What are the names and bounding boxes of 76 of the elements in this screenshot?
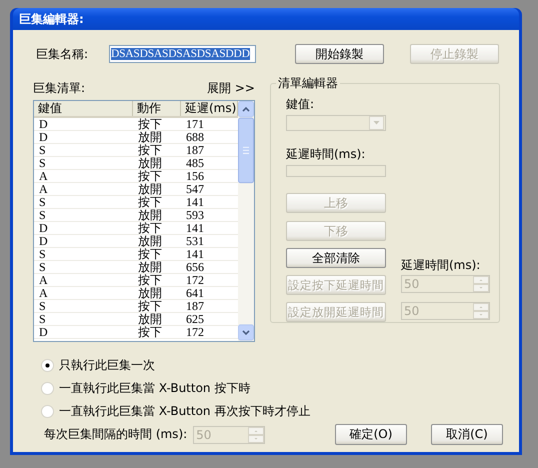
table-cell-text: 172 — [185, 274, 205, 286]
dialog-button[interactable]: 取消(C) — [431, 424, 503, 445]
table-cell-text: S — [38, 261, 47, 273]
table-cell-text: 按下 — [137, 170, 163, 182]
table-cell-text: 放開 — [137, 261, 163, 273]
table-cell-text: 放開 — [137, 313, 163, 325]
table-cell-text: 按下 — [137, 274, 163, 286]
run-mode-radio[interactable]: 一直執行此巨集當 X-Button 按下時 — [41, 380, 503, 396]
table-cell-text: S — [38, 144, 47, 156]
table-cell-text: 按下 — [137, 222, 163, 234]
table-cell-text: 141 — [185, 248, 205, 260]
table-cell-text: A — [38, 287, 49, 299]
table-cell-text: 593 — [185, 209, 205, 221]
table-cell-text: 625 — [185, 313, 205, 325]
expand-link[interactable]: 展開 >> — [207, 80, 255, 97]
table-cell-text: 按下 — [137, 248, 163, 260]
table-cell-text: D — [38, 118, 49, 130]
radio-icon[interactable] — [41, 358, 54, 372]
table-cell-text: 141 — [185, 222, 205, 234]
panel-title: 清單編輯器 — [277, 75, 339, 92]
macro-list[interactable]: 鍵值 動作 延遲(ms) D 按下 171 D 放開 688 S 按下 187 S 放開 485 A 按下 156 A 放開 547 S 按下 141 S 放開 593 D 按下 141 D 放開 531 S 按下 141 S 放開 656 A 按下 172 A 放開 641 S 按下 187 S 放開 625 D 按下 172 — [33, 100, 255, 342]
table-cell-text: 641 — [185, 287, 205, 299]
table-cell-text: A — [38, 170, 49, 182]
table-cell-text: 按下 — [137, 196, 163, 208]
clear-button[interactable]: 全部清除 — [286, 248, 386, 268]
column-header[interactable]: 動作 — [133, 101, 181, 116]
selected-text: DSASDSASDSASDSASDDD — [111, 48, 250, 60]
field-label: 巨集名稱: — [35, 46, 90, 62]
table-cell-text: 放開 — [137, 131, 163, 143]
table-cell-text: D — [38, 235, 49, 247]
table-cell-text: 688 — [185, 131, 205, 143]
table-cell-text: S — [38, 300, 47, 312]
column-header[interactable]: 鍵值 — [34, 101, 133, 116]
table-cell-text: 放開 — [137, 157, 163, 169]
table-cell-text: S — [38, 209, 47, 221]
dialog-button[interactable]: 確定(O) — [335, 424, 407, 445]
table-cell-text: S — [38, 248, 47, 260]
table-cell-text: 按下 — [137, 144, 163, 156]
table-cell-text: 531 — [185, 235, 205, 247]
window-title: 巨集編輯器: — [19, 10, 84, 28]
list-label: 巨集清單: — [33, 80, 86, 97]
table-cell-text: 172 — [185, 326, 205, 338]
table-cell-text: 按下 — [137, 300, 163, 312]
field-label: 鍵值: — [286, 96, 316, 113]
table-cell-text: A — [38, 274, 49, 286]
field-label: 延遲時間(ms): — [286, 146, 366, 163]
table-cell-text: 按下 — [137, 118, 163, 130]
radio-icon[interactable] — [41, 382, 54, 394]
table-cell-text: S — [38, 313, 47, 325]
field-label: 每次巨集間隔的時間 (ms): — [44, 426, 188, 443]
run-mode-radio[interactable]: 一直執行此巨集當 X-Button 再次按下時才停止 — [41, 403, 503, 419]
table-cell-text: 放開 — [137, 235, 163, 247]
table-cell-text: S — [38, 157, 47, 169]
table-cell-text: S — [38, 196, 47, 208]
table-cell-text: 放開 — [137, 287, 163, 299]
table-cell-text: 656 — [185, 261, 205, 273]
table-cell-text: D — [38, 326, 49, 338]
table-cell-text: A — [38, 183, 49, 195]
table-cell-text: 171 — [185, 118, 205, 130]
table-cell-text: 141 — [185, 196, 205, 208]
table-cell-text: 放開 — [137, 183, 163, 195]
table-cell-text: D — [38, 222, 49, 234]
run-mode-radio[interactable]: 只執行此巨集一次 — [41, 357, 503, 373]
name-field[interactable]: DSASDSASDSASDSASDDD — [109, 45, 256, 63]
table-cell-text: 187 — [185, 300, 205, 312]
table-cell-text: 按下 — [137, 326, 163, 338]
radio-icon[interactable] — [41, 404, 54, 418]
field-label: 延遲時間(ms): — [401, 257, 482, 274]
table-cell-text: D — [38, 131, 49, 143]
scrollbar[interactable] — [238, 101, 254, 341]
table-cell-text: 187 — [185, 144, 205, 156]
record-button[interactable]: 開始錄製 — [295, 44, 384, 64]
table-cell-text: 485 — [185, 157, 205, 169]
table-cell-text: 547 — [185, 183, 205, 195]
table-cell-text: 156 — [185, 170, 205, 182]
table-cell-text: 放開 — [137, 209, 163, 221]
